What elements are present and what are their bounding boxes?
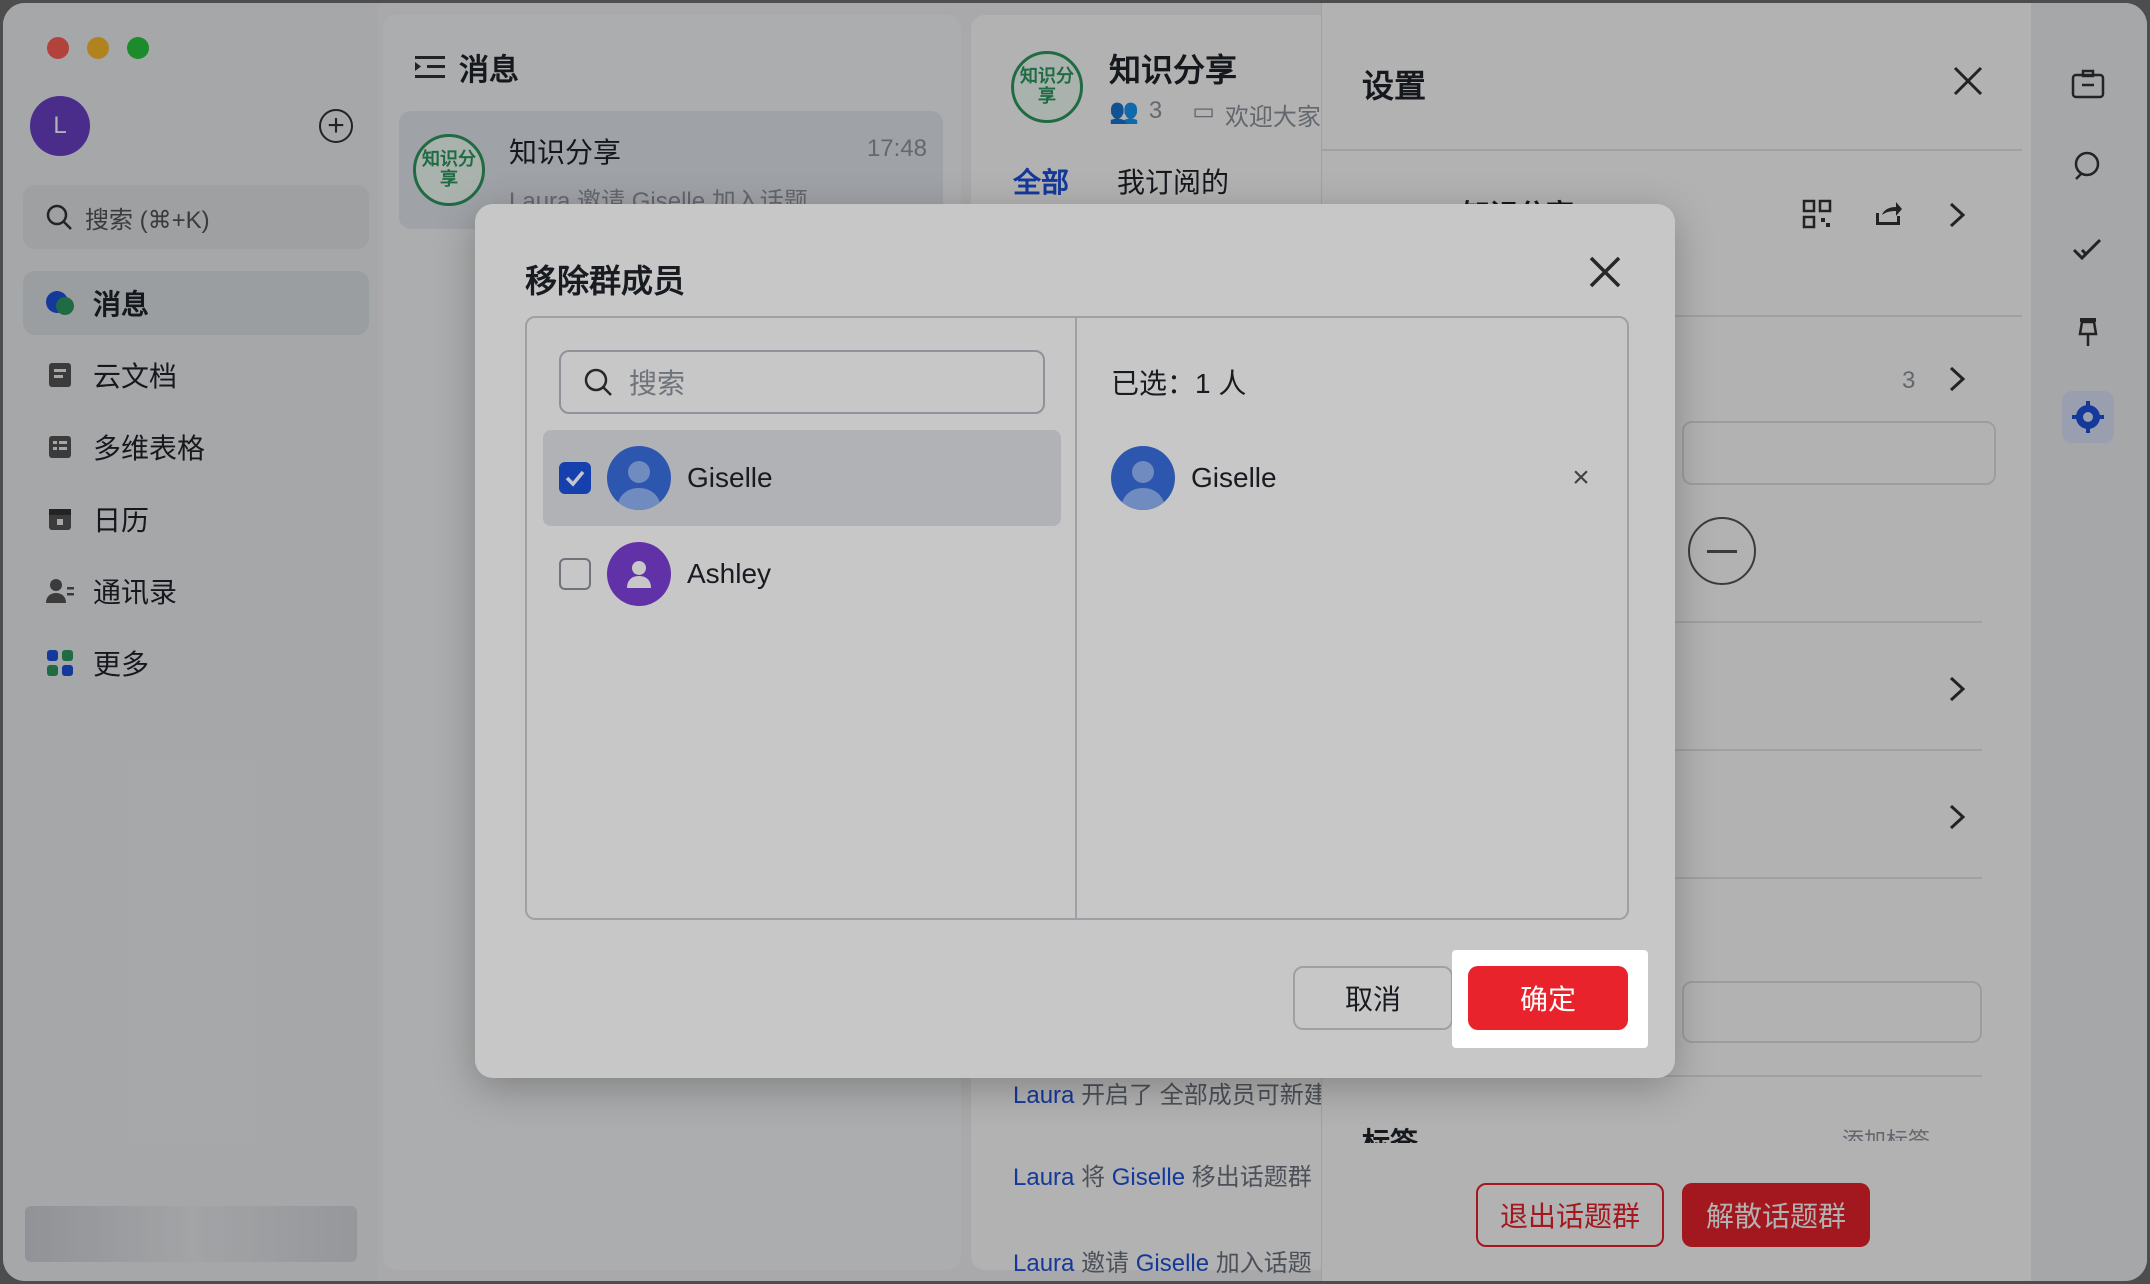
confirm-button[interactable]: 确定	[1468, 966, 1628, 1030]
modal-dim-overlay	[475, 204, 1675, 1078]
